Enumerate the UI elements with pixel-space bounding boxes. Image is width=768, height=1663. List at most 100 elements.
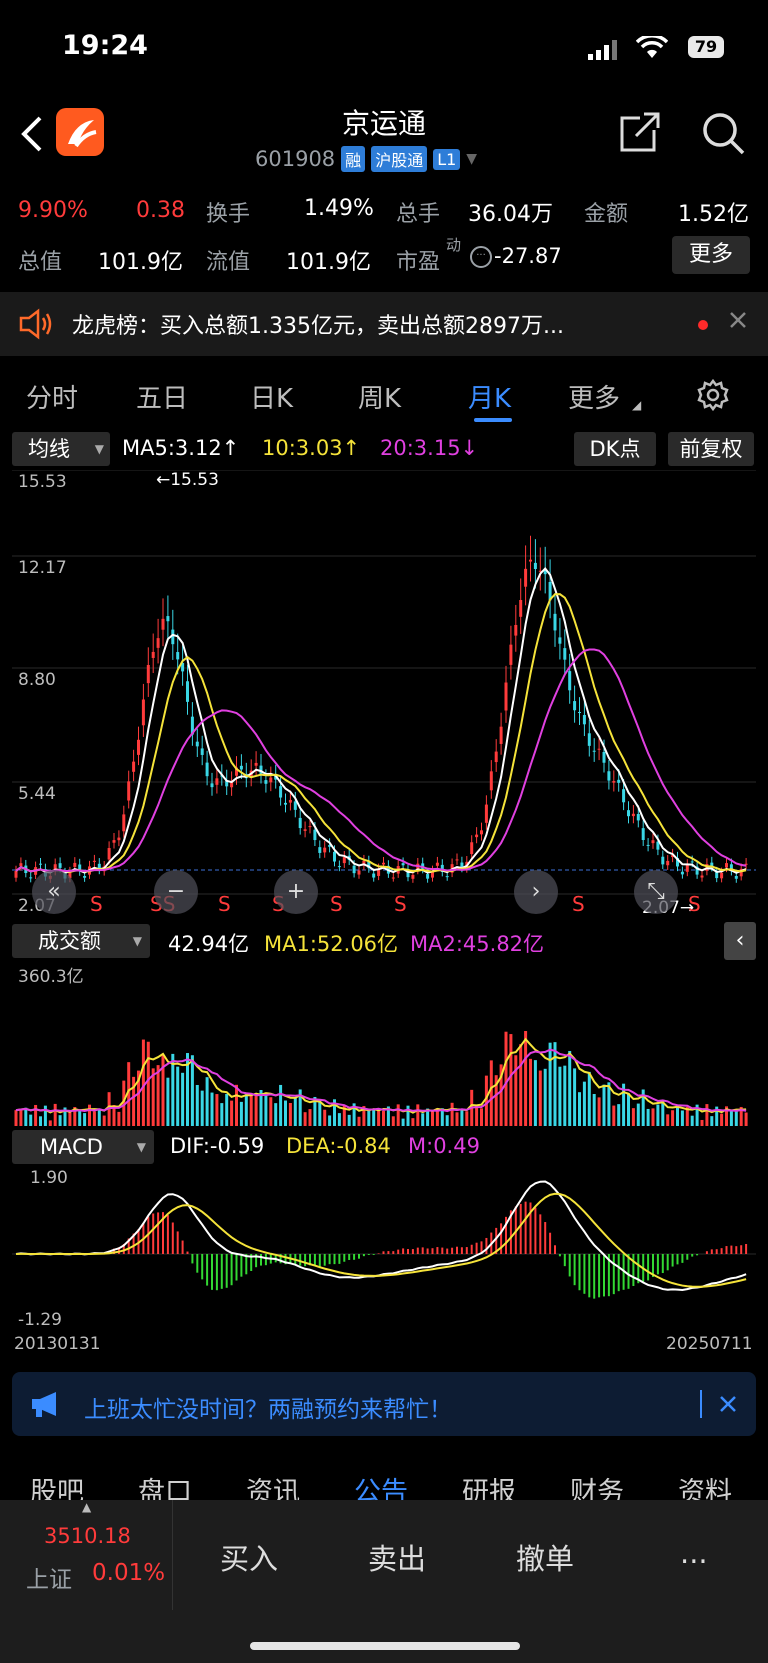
date-end: 20250711 — [666, 1334, 753, 1354]
volume-bar — [156, 1065, 160, 1126]
volume-bar — [396, 1104, 400, 1126]
volume-bar — [617, 1104, 621, 1126]
candle-body — [293, 801, 297, 810]
macd-chart[interactable] — [12, 1166, 756, 1332]
candle-body — [210, 783, 214, 788]
dropdown-icon: ▼ — [132, 934, 142, 948]
trade-bar: ▲ 3510.18 上证 0.01% 买入 卖出 撤单 ... — [0, 1500, 768, 1663]
adjust-button[interactable]: 前复权 — [668, 432, 754, 466]
tab-monthly-k[interactable]: 月K — [468, 378, 511, 415]
volume-chart[interactable] — [12, 962, 756, 1126]
candle-body — [318, 847, 322, 853]
candle-body — [382, 862, 385, 865]
volume-axis-top: 360.3亿 — [18, 967, 84, 987]
volume-bar — [14, 1110, 18, 1126]
volume-bar — [514, 1055, 518, 1126]
volume-bar — [465, 1111, 469, 1126]
tab-more[interactable]: 更多 — [568, 378, 620, 415]
sell-button[interactable]: 卖出 — [368, 1536, 426, 1578]
candle-body — [372, 873, 376, 878]
pe-label: 市盈 — [396, 250, 441, 275]
candle-body — [666, 860, 670, 866]
promo-banner[interactable]: 上班太忙没时间？两融预约来帮忙！ — [12, 1372, 756, 1436]
candle-body — [519, 599, 523, 617]
candle-body — [504, 682, 508, 711]
volume-bar — [504, 1031, 508, 1126]
volume-bar — [303, 1112, 307, 1126]
candle-body — [573, 701, 577, 711]
volume-bar — [382, 1110, 385, 1126]
info-icon[interactable]: ··· — [470, 246, 492, 268]
volume-bar — [279, 1084, 283, 1126]
volume-bar — [734, 1111, 738, 1126]
volume-bar — [181, 1072, 185, 1126]
candle-body — [357, 870, 361, 875]
close-icon[interactable] — [718, 1394, 738, 1418]
volume-bar — [558, 1066, 562, 1126]
candle-body — [700, 875, 704, 878]
candle-body — [661, 856, 665, 865]
more-actions-button[interactable]: ... — [680, 1536, 708, 1570]
tab-weekly-k[interactable]: 周K — [358, 378, 401, 415]
candle-body — [166, 616, 170, 622]
volume-bar — [582, 1081, 586, 1126]
volume-bar — [568, 1050, 572, 1126]
collapse-icon[interactable]: ‹ — [724, 922, 756, 960]
level-tag: L1 — [433, 148, 461, 170]
fullscreen-icon[interactable]: ⤡ — [634, 870, 678, 914]
candle-body — [176, 652, 180, 660]
dif-line — [15, 1180, 747, 1292]
volume-bar — [671, 1110, 675, 1126]
volume-bar — [230, 1100, 234, 1126]
volume-bar — [39, 1116, 42, 1126]
candle-body — [685, 864, 689, 872]
index-value: 3510.18 — [44, 1524, 131, 1548]
candle-body — [641, 828, 645, 841]
scroll-left-icon[interactable]: « — [32, 870, 76, 914]
macd-selector[interactable]: MACD ▼ — [12, 1130, 154, 1164]
candle-body — [401, 863, 405, 866]
kline-chart[interactable] — [12, 469, 756, 920]
stock-name[interactable]: 京运通 — [0, 102, 768, 142]
volume-bar — [215, 1094, 219, 1126]
amount-label: 金额 — [584, 202, 629, 227]
candle-body — [14, 871, 18, 878]
volume-bar — [166, 1077, 170, 1126]
more-button[interactable]: 更多 — [672, 236, 750, 274]
chevron-down-icon[interactable]: ▼ — [466, 151, 477, 167]
buy-button[interactable]: 买入 — [220, 1536, 278, 1578]
tab-five-day[interactable]: 五日 — [136, 378, 188, 415]
candle-body — [161, 618, 165, 630]
active-tab-indicator — [474, 418, 512, 422]
pe-value: -27.87 — [494, 244, 562, 268]
candle-body — [112, 840, 116, 843]
volume-bar — [680, 1110, 684, 1126]
volume-bar — [269, 1097, 273, 1126]
candle-body — [607, 771, 611, 781]
volume-selector[interactable]: 成交额 ▼ — [12, 924, 150, 958]
volume-bar — [235, 1084, 238, 1126]
candle-body — [612, 781, 616, 783]
volume-bar — [700, 1119, 704, 1126]
volume-bar — [48, 1120, 52, 1126]
tab-intraday[interactable]: 分时 — [26, 378, 78, 415]
zoom-in-icon[interactable]: + — [274, 870, 318, 914]
ma-selector[interactable]: 均线 ▼ — [12, 432, 110, 466]
volume-bar — [117, 1111, 121, 1126]
candle-body — [391, 877, 395, 879]
volume-bar — [587, 1071, 591, 1126]
settings-icon[interactable] — [696, 378, 730, 416]
cancel-order-button[interactable]: 撤单 — [516, 1536, 574, 1578]
zoom-out-icon[interactable]: − — [154, 870, 198, 914]
dk-button[interactable]: DK点 — [574, 432, 656, 466]
tab-daily-k[interactable]: 日K — [250, 378, 293, 415]
volume-bar — [690, 1115, 694, 1126]
close-icon[interactable] — [728, 310, 748, 334]
candle-body — [484, 804, 488, 823]
candle-body — [288, 799, 292, 803]
volume-bar — [225, 1093, 229, 1126]
dragon-tiger-banner[interactable]: 龙虎榜：买入总额1.335亿元，卖出总额2897万... — [0, 292, 768, 356]
candle-body — [308, 826, 312, 828]
macd-svg — [12, 1180, 756, 1299]
scroll-right-icon[interactable]: › — [514, 870, 558, 914]
